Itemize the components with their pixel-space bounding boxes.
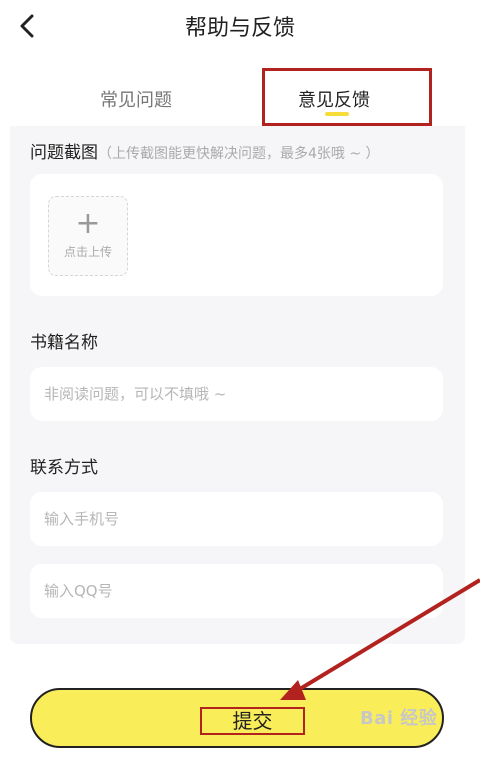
tab-faq[interactable]: 常见问题 xyxy=(100,86,172,112)
qq-input[interactable] xyxy=(30,564,443,618)
header: 帮助与反馈 xyxy=(0,0,480,58)
plus-icon: + xyxy=(75,206,101,241)
phone-input[interactable] xyxy=(30,492,443,546)
screenshot-hint: （上传截图能更快解决问题，最多4张哦 ~ ） xyxy=(98,146,380,162)
submit-label: 提交 xyxy=(200,707,305,735)
book-name-input[interactable] xyxy=(30,367,443,421)
screenshot-title: 问题截图 xyxy=(30,143,98,163)
screenshot-section-title: 问题截图（上传截图能更快解决问题，最多4张哦 ~ ） xyxy=(30,138,380,163)
book-name-title: 书籍名称 xyxy=(30,333,98,353)
annotation-highlight-tab xyxy=(262,68,432,126)
upload-button[interactable]: + 点击上传 xyxy=(48,196,128,276)
upload-label: 点击上传 xyxy=(63,245,112,259)
contact-title: 联系方式 xyxy=(30,458,98,478)
watermark: Bai 经验 xyxy=(360,708,438,729)
page-title: 帮助与反馈 xyxy=(184,16,295,41)
